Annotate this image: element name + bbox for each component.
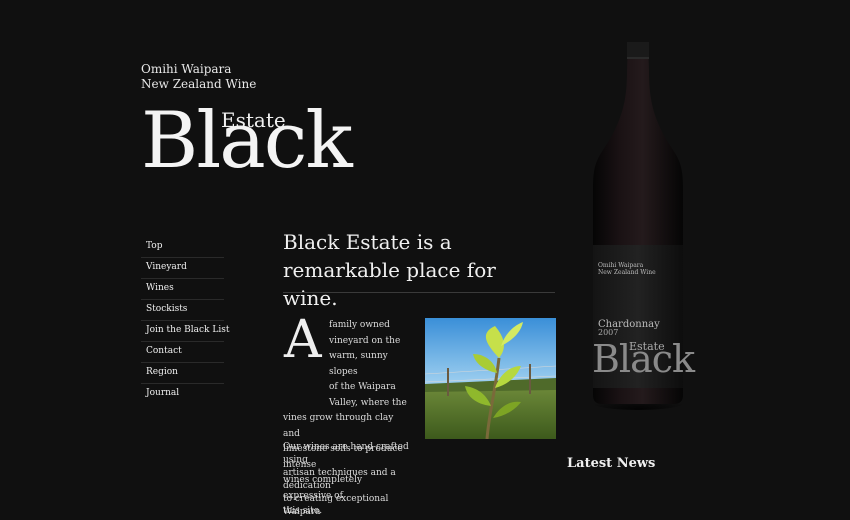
nav-item-join-the-black-list[interactable]: Join the Black List <box>141 321 229 342</box>
tagline-line1: Omihi Waipara <box>141 62 232 76</box>
nav-item-journal[interactable]: Journal <box>141 384 224 404</box>
tagline-line2: New Zealand Wine <box>141 77 257 91</box>
para2-line: to creating exceptional Waipara <box>283 494 389 517</box>
bottle-year: 2007 <box>598 328 619 337</box>
logo-estate: Estate <box>221 108 286 132</box>
tagline: Omihi Waipara New Zealand Wine <box>141 62 256 92</box>
nav-item-top[interactable]: Top <box>141 237 224 258</box>
latest-news-heading: Latest News <box>567 456 656 471</box>
bottle-origin-line2: New Zealand Wine <box>598 269 656 276</box>
site-logo[interactable]: Black Estate <box>141 100 353 190</box>
nav-item-stockists[interactable]: Stockists <box>141 300 224 321</box>
nav-item-vineyard[interactable]: Vineyard <box>141 258 224 279</box>
intro-line: family owned <box>329 320 390 330</box>
intro-line: vines grow through clay and <box>283 413 394 439</box>
second-paragraph: Our wines are hand crafted using artisan… <box>283 441 413 519</box>
bottle-logo-estate: Estate <box>629 340 665 353</box>
para2-line: Our wines are hand crafted using <box>283 442 409 465</box>
intro-line: warm, sunny slopes <box>329 351 388 377</box>
intro-line: vineyard on the <box>329 335 401 346</box>
page-headline: Black Estate is a remarkable place for w… <box>283 230 496 310</box>
para2-line: artisan techniques and a dedication <box>283 468 396 491</box>
headline-divider <box>283 292 555 293</box>
vineyard-photo <box>425 318 556 439</box>
nav-item-region[interactable]: Region <box>141 363 224 384</box>
main-nav: Top Vineyard Wines Stockists Join the Bl… <box>141 237 229 404</box>
nav-item-contact[interactable]: Contact <box>141 342 224 363</box>
bottle-label-origin: Omihi Waipara New Zealand Wine <box>598 262 656 276</box>
nav-item-wines[interactable]: Wines <box>141 279 224 300</box>
bottle-origin-line1: Omihi Waipara <box>598 262 644 269</box>
intro-line: Valley, where the <box>329 397 407 408</box>
intro-line: of the Waipara <box>329 382 396 392</box>
